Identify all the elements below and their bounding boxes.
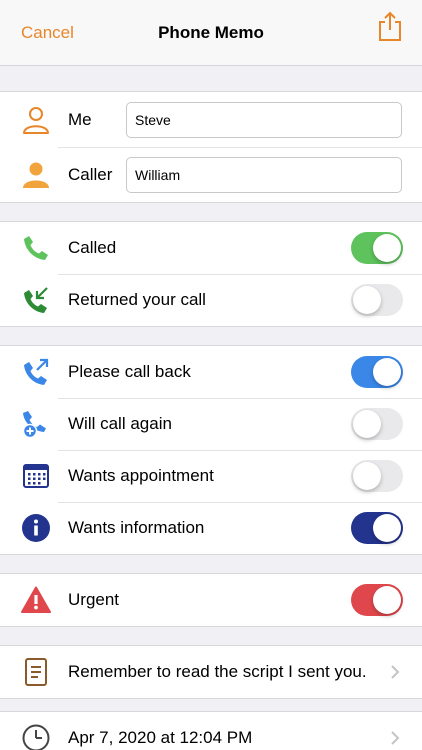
returned-toggle[interactable] bbox=[351, 284, 403, 316]
call-back-label: Please call back bbox=[68, 362, 191, 381]
toggle-knob bbox=[353, 286, 381, 314]
call-again-toggle[interactable] bbox=[351, 408, 403, 440]
note-row[interactable]: Remember to read the script I sent you. bbox=[0, 646, 422, 698]
urgent-label: Urgent bbox=[68, 590, 120, 609]
call-back-row: Please call back bbox=[0, 346, 422, 398]
info-icon bbox=[20, 512, 52, 544]
toggle-knob bbox=[373, 234, 401, 262]
urgent-section: Urgent bbox=[0, 573, 422, 627]
toggle-knob bbox=[373, 586, 401, 614]
navigation-bar: Cancel Phone Memo bbox=[0, 0, 422, 66]
chevron-right-icon bbox=[391, 665, 400, 679]
requests-section: Please call back Will call again Wants a… bbox=[0, 345, 422, 555]
call-again-row: Will call again bbox=[0, 398, 422, 450]
toggle-knob bbox=[353, 462, 381, 490]
person-outline-icon bbox=[20, 104, 52, 136]
called-label: Called bbox=[68, 238, 117, 257]
toggle-knob bbox=[353, 410, 381, 438]
appointment-row: Wants appointment bbox=[0, 450, 422, 502]
call-back-toggle[interactable] bbox=[351, 356, 403, 388]
returned-label: Returned your call bbox=[68, 290, 206, 309]
information-toggle[interactable] bbox=[351, 512, 403, 544]
share-icon[interactable] bbox=[376, 10, 404, 42]
people-section: Me Caller bbox=[0, 91, 422, 203]
date-section[interactable]: Apr 7, 2020 at 12:04 PM bbox=[0, 711, 422, 750]
page-title: Phone Memo bbox=[158, 23, 264, 42]
called-row: Called bbox=[0, 222, 422, 274]
toggle-knob bbox=[373, 358, 401, 386]
me-label: Me bbox=[68, 109, 92, 129]
warning-icon bbox=[20, 584, 52, 616]
calendar-icon bbox=[20, 460, 52, 492]
date-text: Apr 7, 2020 at 12:04 PM bbox=[68, 728, 253, 747]
appointment-toggle[interactable] bbox=[351, 460, 403, 492]
call-again-label: Will call again bbox=[68, 414, 172, 433]
date-row[interactable]: Apr 7, 2020 at 12:04 PM bbox=[0, 712, 422, 750]
note-text: Remember to read the script I sent you. bbox=[68, 662, 367, 681]
caller-label: Caller bbox=[68, 164, 113, 184]
calls-section: Called Returned your call bbox=[0, 221, 422, 327]
person-filled-icon bbox=[20, 159, 52, 191]
called-toggle[interactable] bbox=[351, 232, 403, 264]
phone-add-icon bbox=[20, 408, 52, 440]
information-label: Wants information bbox=[68, 518, 205, 537]
urgent-toggle[interactable] bbox=[351, 584, 403, 616]
chevron-right-icon bbox=[391, 731, 400, 745]
phone-outgoing-icon bbox=[20, 356, 52, 388]
me-field[interactable] bbox=[126, 101, 402, 138]
caller-field[interactable] bbox=[126, 156, 402, 193]
information-row: Wants information bbox=[0, 502, 422, 554]
phone-incoming-icon bbox=[20, 284, 52, 316]
caller-row: Caller bbox=[0, 147, 422, 202]
clock-icon bbox=[20, 722, 52, 750]
me-row: Me bbox=[0, 92, 422, 147]
toggle-knob bbox=[373, 514, 401, 542]
phone-icon bbox=[20, 232, 52, 264]
note-section[interactable]: Remember to read the script I sent you. bbox=[0, 645, 422, 699]
urgent-row: Urgent bbox=[0, 574, 422, 626]
note-icon bbox=[20, 656, 52, 688]
appointment-label: Wants appointment bbox=[68, 466, 214, 485]
returned-row: Returned your call bbox=[0, 274, 422, 326]
